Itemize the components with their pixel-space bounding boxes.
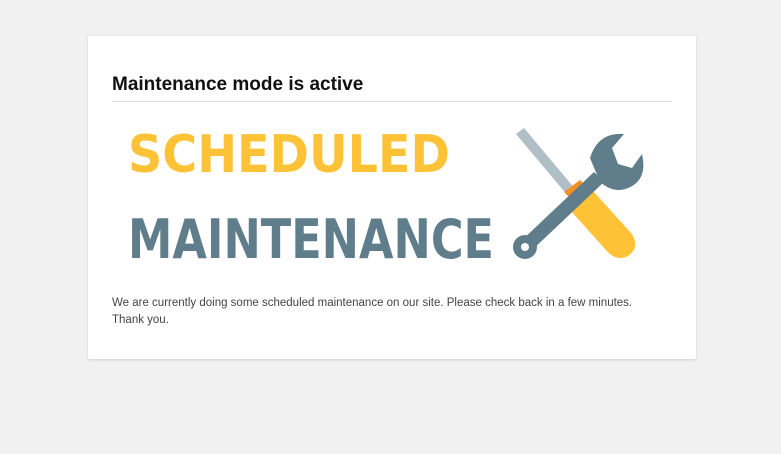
maintenance-message: We are currently doing some scheduled ma… bbox=[112, 297, 633, 326]
page-title: Maintenance mode is active bbox=[112, 74, 364, 95]
maintenance-banner: SCHEDULED MAINTENANCE bbox=[128, 125, 644, 266]
maintenance-card: Maintenance mode is active SCHEDULED MAI… bbox=[88, 36, 696, 359]
title-divider bbox=[112, 101, 672, 102]
banner-line-scheduled: SCHEDULED bbox=[128, 125, 450, 185]
banner-line-maintenance: MAINTENANCE bbox=[128, 208, 494, 266]
